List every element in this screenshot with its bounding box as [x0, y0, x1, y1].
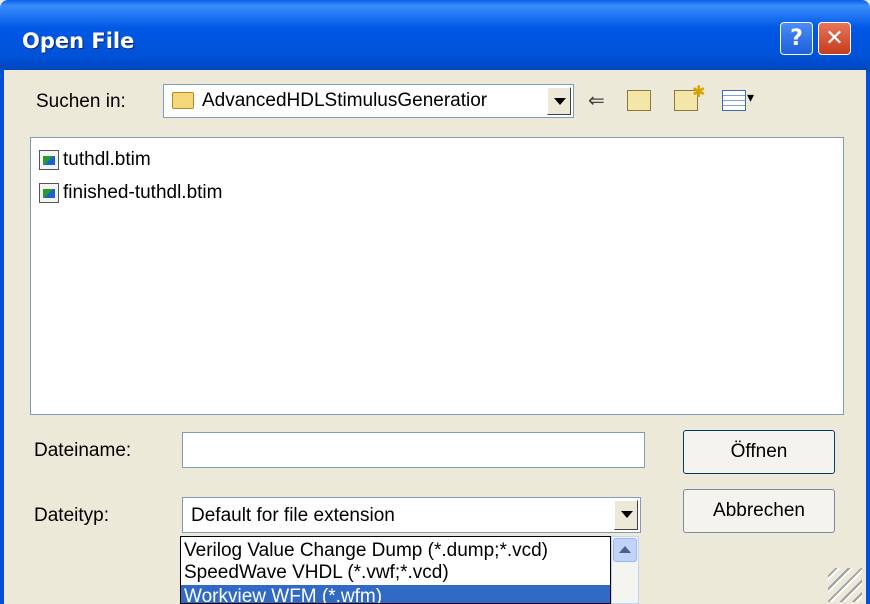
look-in-value: AdvancedHDLStimulusGeneratior	[202, 90, 488, 111]
window-title: Open File	[22, 29, 135, 53]
arrow-left-icon[interactable]: ⇐	[588, 88, 605, 112]
dropdown-option-selected[interactable]: Workview WFM (*.wfm)	[181, 585, 610, 603]
filetype-label: Dateityp:	[34, 505, 109, 526]
cancel-button-label: Abbrechen	[713, 500, 805, 521]
scroll-up-icon[interactable]	[613, 538, 637, 562]
title-bar[interactable]: Open File ? ✕	[0, 0, 870, 70]
filetype-value: Default for file extension	[191, 505, 395, 526]
close-button[interactable]: ✕	[818, 22, 851, 55]
file-name: tuthdl.btim	[63, 149, 151, 170]
look-in-combo[interactable]: AdvancedHDLStimulusGeneratior	[163, 84, 574, 118]
resize-grip-icon[interactable]	[828, 568, 862, 602]
chevron-down-icon[interactable]	[547, 87, 571, 115]
view-menu-icon[interactable]	[722, 90, 746, 111]
view-dropdown-icon[interactable]: ▾	[747, 86, 754, 110]
filename-field[interactable]	[182, 432, 645, 468]
filetype-combo[interactable]: Default for file extension	[182, 497, 641, 533]
help-button[interactable]: ?	[780, 22, 813, 55]
open-file-dialog: Open File ? ✕ Suchen in: AdvancedHDLStim…	[0, 0, 870, 604]
file-icon	[39, 183, 59, 203]
file-name: finished-tuthdl.btim	[63, 182, 223, 203]
filename-label: Dateiname:	[34, 440, 132, 461]
cancel-button[interactable]: Abbrechen	[683, 489, 835, 533]
filetype-dropdown-list[interactable]: Verilog Value Change Dump (*.dump;*.vcd)…	[180, 536, 611, 604]
look-in-label: Suchen in:	[36, 91, 126, 112]
file-list[interactable]: tuthdl.btim finished-tuthdl.btim	[30, 137, 844, 415]
open-button-label: Öffnen	[730, 441, 788, 462]
dropdown-option[interactable]: SpeedWave VHDL (*.vwf;*.vcd)	[184, 561, 449, 585]
list-item[interactable]: tuthdl.btim	[39, 148, 151, 172]
folder-icon	[172, 92, 194, 109]
chevron-down-icon[interactable]	[614, 500, 638, 530]
window-border-right	[866, 70, 870, 604]
list-item[interactable]: finished-tuthdl.btim	[39, 181, 222, 205]
open-button[interactable]: Öffnen	[683, 430, 835, 474]
folder-up-icon[interactable]	[627, 90, 651, 111]
new-folder-star-icon: ✱	[692, 82, 706, 101]
dropdown-option[interactable]: Verilog Value Change Dump (*.dump;*.vcd)	[184, 539, 548, 563]
dropdown-scrollbar[interactable]	[611, 536, 639, 604]
window-border-left	[0, 70, 4, 604]
file-icon	[39, 150, 59, 170]
